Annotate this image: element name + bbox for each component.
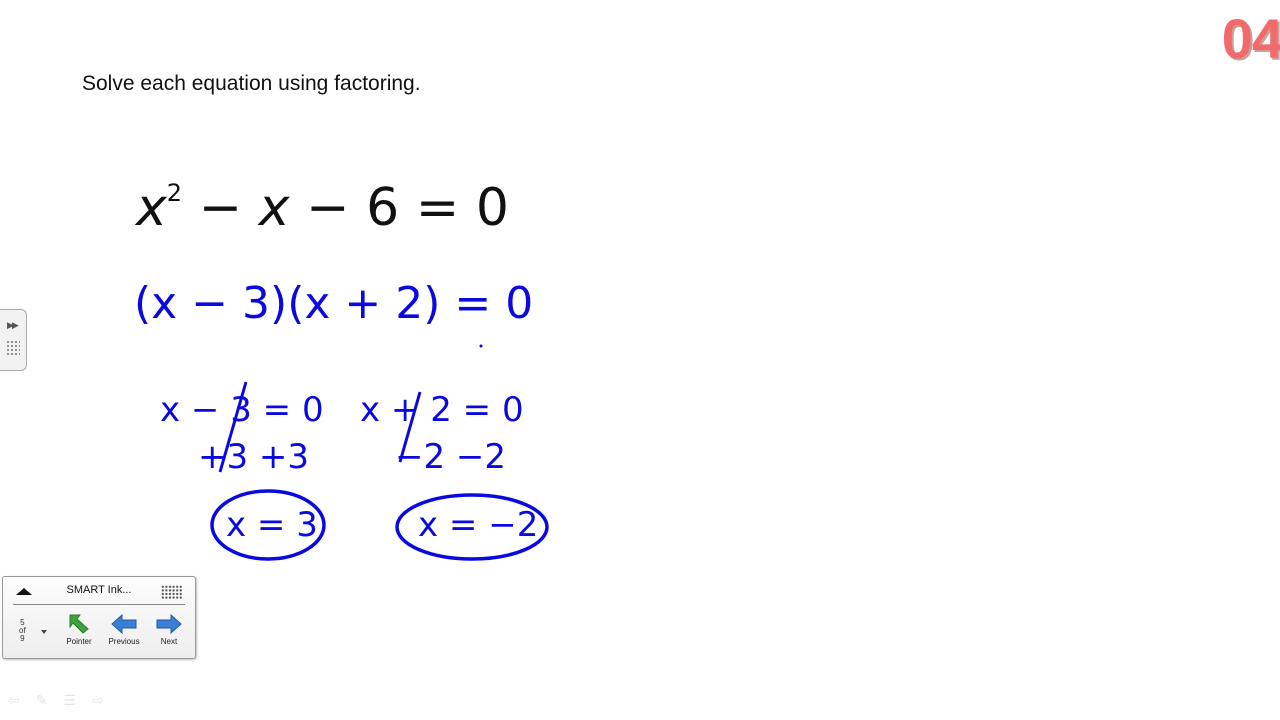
grid-icon [6,340,20,356]
expand-arrows-icon: ▶▶ [7,320,19,330]
faded-nav-bar: ⇦ ✎ ☰ ⇨ [8,692,104,709]
panel-divider [13,604,185,605]
next-button[interactable]: Next [149,613,189,646]
previous-label: Previous [108,637,140,646]
pointer-button[interactable]: Pointer [59,613,99,646]
pointer-label: Pointer [66,637,92,646]
previous-button[interactable]: Previous [104,613,144,646]
page-total: 9 [20,634,25,643]
keyboard-icon[interactable] [161,585,183,599]
previous-arrow-icon [111,613,137,635]
strike-right [398,391,422,463]
next-arrow-icon [156,613,182,635]
left-solution: x = 3 [226,505,318,545]
next-label: Next [160,637,178,646]
smart-ink-panel: SMART Ink... 5 of 9 Pointer Previous Nex… [2,576,196,659]
forward-icon[interactable]: ⇨ [92,692,104,709]
right-solution: x = −2 [418,505,539,545]
back-icon[interactable]: ⇦ [8,692,20,709]
pointer-arrow-icon [69,614,89,634]
page-dropdown-icon[interactable] [41,630,47,634]
pen-icon[interactable]: ✎ [36,692,48,709]
strike-left [218,381,248,473]
page-indicator[interactable]: 5 of 9 [19,619,26,643]
side-panel-tab[interactable]: ▶▶ [0,309,27,371]
ink-dot [479,344,483,348]
menu-icon[interactable]: ☰ [63,692,76,709]
